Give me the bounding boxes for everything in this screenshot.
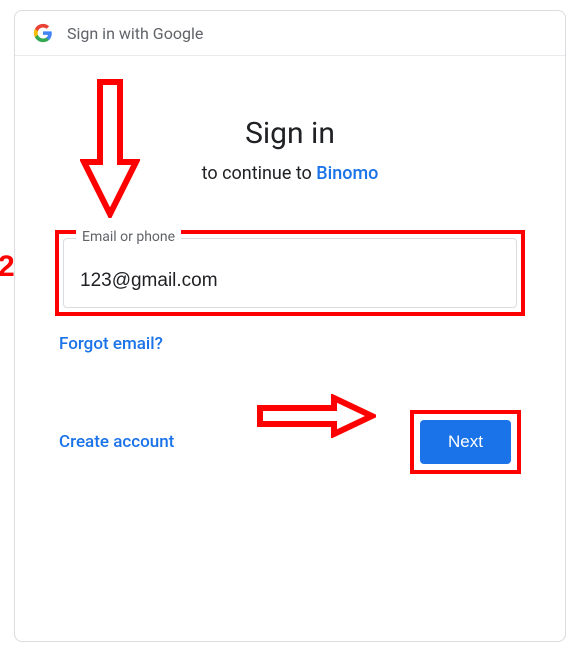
email-field-container: Email or phone (63, 238, 517, 308)
header-title: Sign in with Google (67, 24, 203, 43)
email-field-label: Email or phone (76, 229, 181, 245)
google-logo-icon (33, 23, 53, 43)
page-title: Sign in (55, 116, 525, 151)
card-header: Sign in with Google (15, 11, 565, 56)
actions-row: Create account Next (55, 410, 525, 474)
annotation-step-number: 2 (0, 250, 15, 284)
annotation-next-highlight: Next (410, 410, 521, 474)
subtitle-prefix: to continue to (202, 163, 317, 184)
signin-card: Sign in with Google Sign in to continue … (14, 10, 566, 642)
app-name-link[interactable]: Binomo (316, 163, 378, 184)
next-button[interactable]: Next (420, 420, 511, 464)
annotation-email-highlight: Email or phone (55, 230, 525, 316)
forgot-email-link[interactable]: Forgot email? (59, 334, 525, 354)
email-input[interactable] (64, 239, 516, 307)
subtitle: to continue to Binomo (55, 163, 525, 184)
create-account-link[interactable]: Create account (59, 432, 174, 452)
card-content: Sign in to continue to Binomo Email or p… (15, 56, 565, 474)
